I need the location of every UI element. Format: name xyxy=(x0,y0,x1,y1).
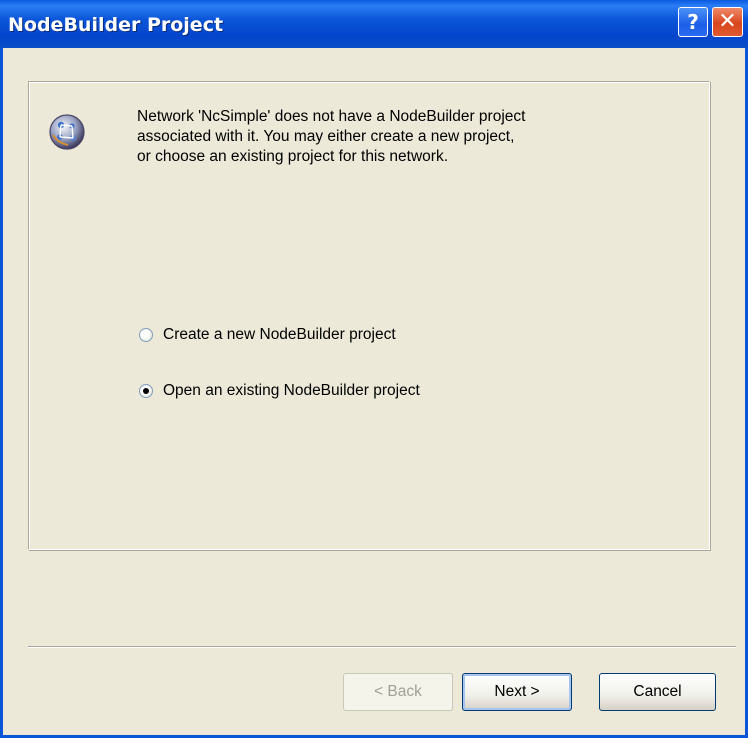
close-button[interactable]: ✕ xyxy=(712,7,743,37)
footer-separator xyxy=(28,646,736,648)
window-title: NodeBuilder Project xyxy=(8,14,224,36)
open-existing-radio[interactable] xyxy=(139,384,153,398)
open-existing-project-option[interactable]: Open an existing NodeBuilder project xyxy=(139,380,420,402)
cancel-button[interactable]: Cancel xyxy=(599,673,716,711)
message-line-2: associated with it. You may either creat… xyxy=(137,128,515,145)
info-message: Network 'NcSimple' does not have a NodeB… xyxy=(137,107,657,167)
help-button[interactable]: ? xyxy=(678,7,708,37)
back-button[interactable]: < Back xyxy=(343,673,453,711)
create-new-label[interactable]: Create a new NodeBuilder project xyxy=(163,326,396,344)
create-new-project-option[interactable]: Create a new NodeBuilder project xyxy=(139,324,396,346)
message-line-3: or choose an existing project for this n… xyxy=(137,148,449,165)
open-existing-label[interactable]: Open an existing NodeBuilder project xyxy=(163,382,420,400)
create-new-radio[interactable] xyxy=(139,328,153,342)
window-border-left xyxy=(0,48,3,738)
help-icon: ? xyxy=(687,10,699,34)
network-globe-icon xyxy=(49,114,85,150)
message-line-1: Network 'NcSimple' does not have a NodeB… xyxy=(137,108,526,125)
dialog-window: NodeBuilder Project ? ✕ Network 'NcSimpl… xyxy=(0,0,748,738)
title-bar[interactable]: NodeBuilder Project ? ✕ xyxy=(0,0,748,48)
next-button[interactable]: Next > xyxy=(462,673,572,711)
close-icon: ✕ xyxy=(718,9,737,34)
